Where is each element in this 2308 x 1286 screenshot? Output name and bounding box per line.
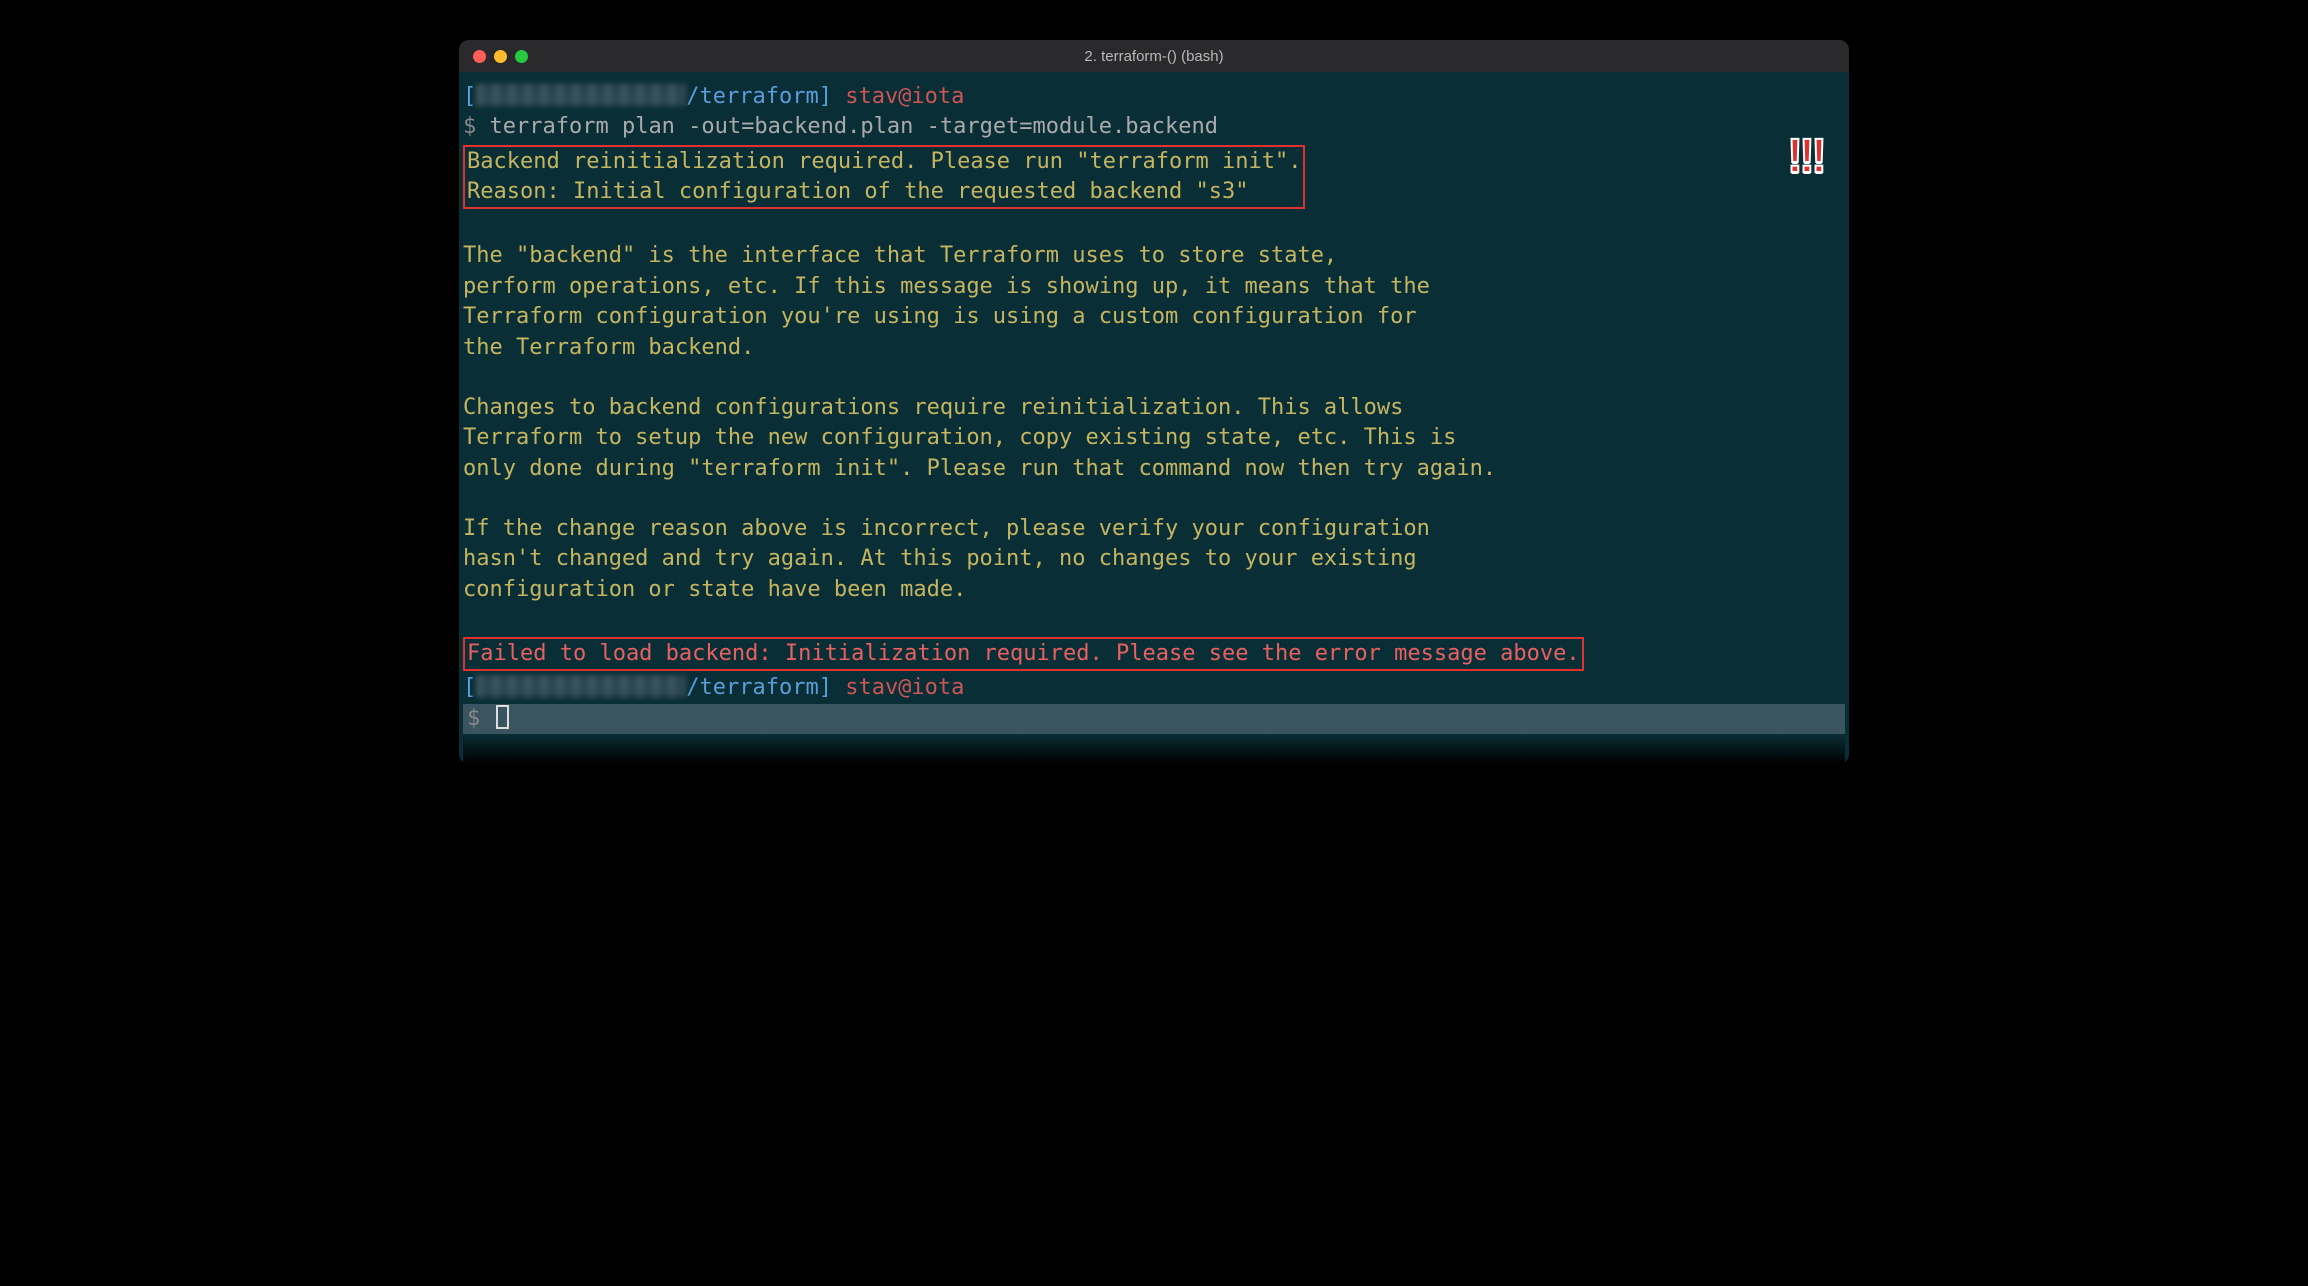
command-line: $ terraform plan -out=backend.plan -targ… (463, 112, 1845, 142)
redacted-path-2 (476, 675, 686, 697)
redacted-path (476, 84, 686, 106)
bottom-fade (463, 734, 1845, 764)
cursor (496, 705, 509, 729)
window-title: 2. terraform-() (bash) (1084, 48, 1223, 65)
cwd-path-2: /terraform (686, 675, 818, 700)
blank (463, 605, 1845, 635)
error-line: Failed to load backend: Initialization r… (467, 641, 1580, 666)
prompt-line-2: [ /terraform] stav@iota (463, 673, 1845, 703)
error-box: Failed to load backend: Initialization r… (463, 637, 1584, 671)
bracket-open: [ (463, 84, 476, 109)
user-host-2: stav@iota (845, 675, 964, 700)
body-p1-l2: perform operations, etc. If this message… (463, 272, 1845, 302)
close-button[interactable] (473, 50, 486, 63)
body-p2-l2: Terraform to setup the new configuration… (463, 423, 1845, 453)
warning-line-2: Reason: Initial configuration of the req… (467, 177, 1301, 207)
warning-box: Backend reinitialization required. Pleas… (463, 145, 1305, 210)
exclamation-annotation: !!! (1787, 124, 1823, 190)
bracket-close: ] (819, 84, 846, 109)
terminal-window: 2. terraform-() (bash) !!! [ /terraform] … (459, 40, 1849, 764)
active-prompt-line[interactable]: $ (463, 704, 1845, 734)
bracket-close-2: ] (819, 675, 846, 700)
terminal-body[interactable]: !!! [ /terraform] stav@iota $ terraform p… (459, 72, 1849, 764)
body-p1-l4: the Terraform backend. (463, 333, 1845, 363)
body-p3-l3: configuration or state have been made. (463, 575, 1845, 605)
bracket-open-2: [ (463, 675, 476, 700)
body-p2-l1: Changes to backend configurations requir… (463, 393, 1845, 423)
blank (463, 211, 1845, 241)
warning-line-1: Backend reinitialization required. Pleas… (467, 147, 1301, 177)
traffic-lights (473, 50, 528, 63)
blank (463, 363, 1845, 393)
minimize-button[interactable] (494, 50, 507, 63)
body-p3-l1: If the change reason above is incorrect,… (463, 514, 1845, 544)
prompt-line-1: [ /terraform] stav@iota (463, 82, 1845, 112)
cwd-path: /terraform (686, 84, 818, 109)
body-p1-l3: Terraform configuration you're using is … (463, 302, 1845, 332)
user-host: stav@iota (845, 84, 964, 109)
prompt-symbol: $ (463, 114, 490, 139)
command-text: terraform plan -out=backend.plan -target… (490, 114, 1218, 139)
titlebar[interactable]: 2. terraform-() (bash) (459, 40, 1849, 72)
prompt-symbol-2: $ (467, 706, 494, 731)
maximize-button[interactable] (515, 50, 528, 63)
body-p2-l3: only done during "terraform init". Pleas… (463, 454, 1845, 484)
blank (463, 484, 1845, 514)
body-p3-l2: hasn't changed and try again. At this po… (463, 544, 1845, 574)
body-p1-l1: The "backend" is the interface that Terr… (463, 241, 1845, 271)
